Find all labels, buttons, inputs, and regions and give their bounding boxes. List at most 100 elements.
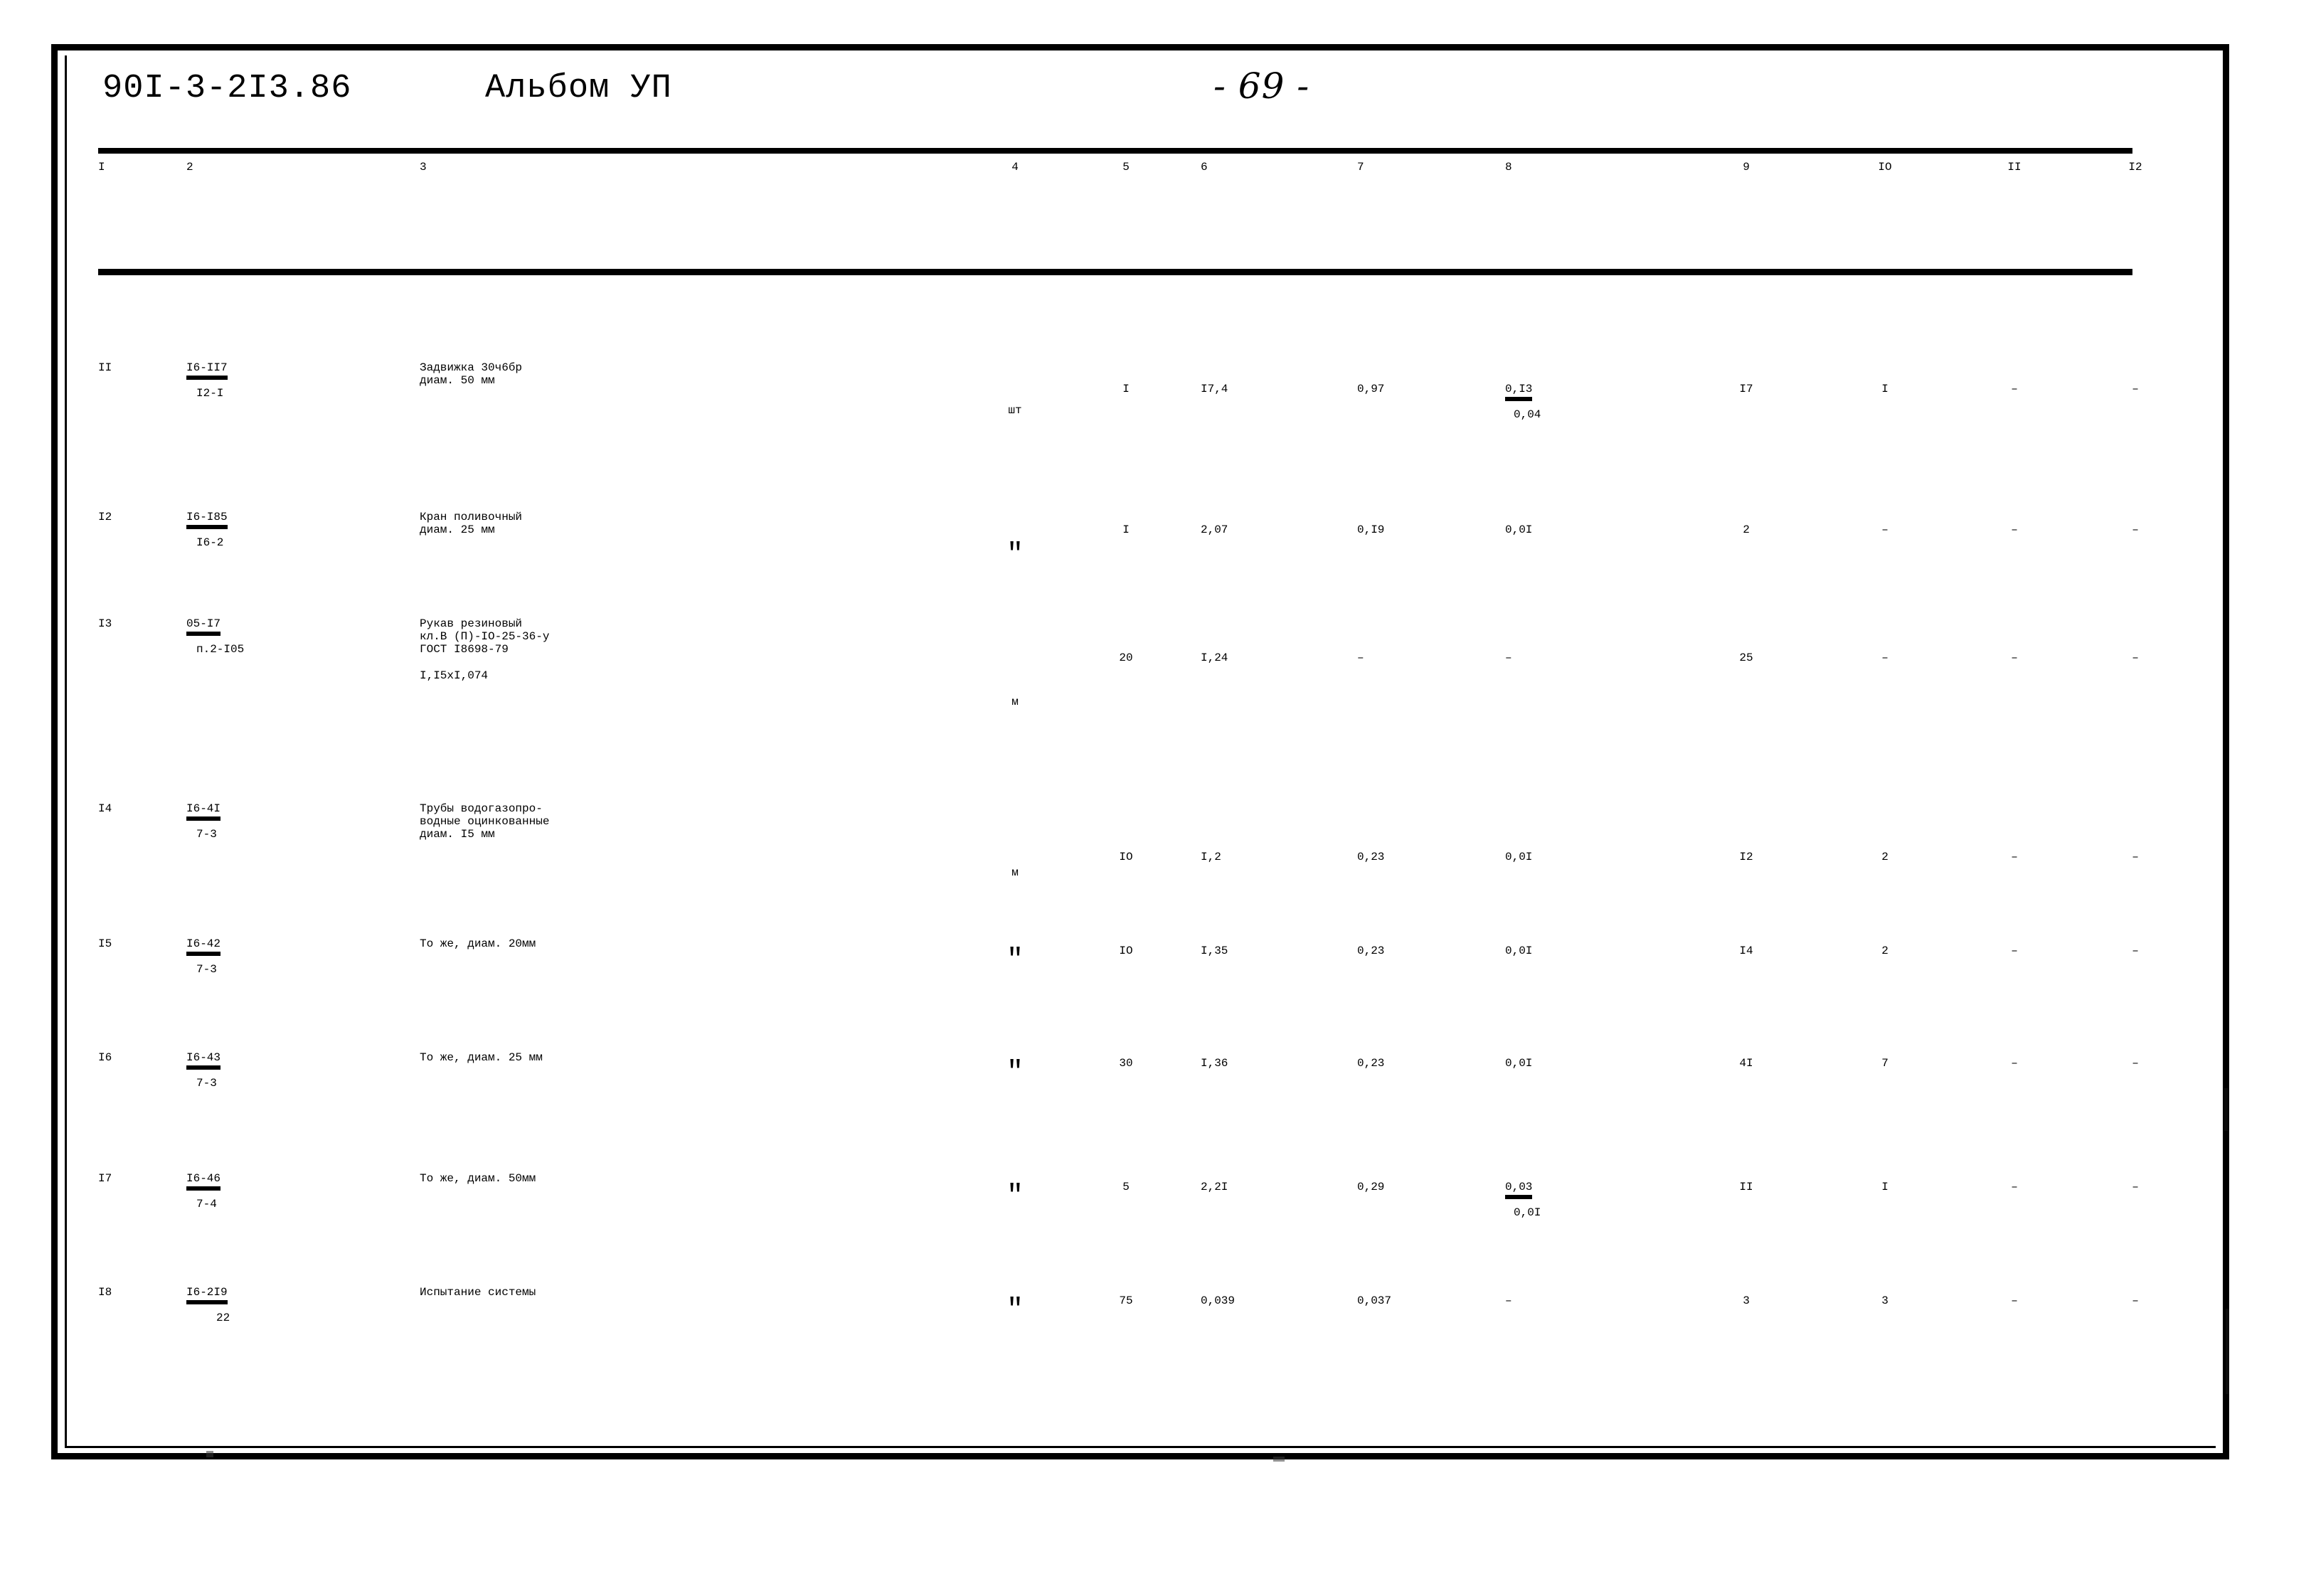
norm-code-cell: 05-I7 п.2-I05 <box>186 617 378 656</box>
value-col7-cell: – <box>1357 651 1364 664</box>
row-number: I5 <box>98 937 112 950</box>
row-number: I3 <box>98 617 112 630</box>
norm-code-numerator: 05-I7 <box>186 617 221 637</box>
scan-edge-noise <box>2226 1309 2229 1394</box>
column-header-11: II <box>2007 161 2022 174</box>
description-cell: Кран поливочный диам. 25 мм <box>420 511 946 536</box>
document-sheet: 90I-3-2I3.86 Альбом УП - 69 - I 2 3 4 5 … <box>78 55 2169 1421</box>
description-line: Кран поливочный <box>420 511 523 523</box>
value-col7-cell: 0,29 <box>1357 1181 1385 1193</box>
norm-code-numerator: I6-I85 <box>186 511 228 530</box>
value-col9-cell: I4 <box>1739 945 1753 957</box>
norm-code-denominator: 7-3 <box>196 1077 217 1090</box>
column-header-4: 4 <box>1011 161 1019 174</box>
description-line: Задвижка 30ч6бр <box>420 361 523 374</box>
value-col9-cell: 25 <box>1739 651 1753 664</box>
value-col10-cell: I <box>1881 1181 1888 1193</box>
header-rule-top <box>98 148 2132 154</box>
header-rule-bottom <box>98 269 2132 275</box>
value-col8-cell: 0,03 0,0I <box>1505 1181 1633 1219</box>
norm-code-numerator: I6-4I <box>186 802 221 821</box>
document-header: 90I-3-2I3.86 Альбом УП - 69 - <box>78 55 2169 129</box>
row-number: I6 <box>98 1051 112 1064</box>
value-col7-cell: 0,I9 <box>1357 523 1385 536</box>
norm-code-numerator: I6-II7 <box>186 361 228 381</box>
description-cell: Задвижка 30ч6бр диам. 50 мм <box>420 361 946 387</box>
description-line: водные оцинкованные <box>420 815 550 829</box>
value-col11-cell: – <box>2011 851 2018 863</box>
description-cell: То же, диам. 50мм <box>420 1172 946 1185</box>
value-col6-cell: 2,2I <box>1201 1181 1228 1193</box>
unit-cell: " <box>1006 1294 1024 1326</box>
value-col9-cell: 2 <box>1743 523 1750 536</box>
quantity-cell: 5 <box>1122 1181 1130 1193</box>
row-number: I7 <box>98 1172 112 1185</box>
value-col6-cell: I,36 <box>1201 1057 1228 1070</box>
row-number: I2 <box>98 511 112 523</box>
norm-code-denominator: 7-4 <box>196 1198 217 1211</box>
column-header-5: 5 <box>1122 161 1130 174</box>
description-line: диам. 50 мм <box>420 374 495 388</box>
value-col6-cell: I,24 <box>1201 651 1228 664</box>
value-col8-cell: 0,0I <box>1505 851 1533 863</box>
description-line: То же, диам. 20мм <box>420 937 536 950</box>
unit-cell: м <box>1011 866 1019 879</box>
value-col6-cell: 0,039 <box>1201 1294 1236 1307</box>
unit-cell: " <box>1006 945 1024 977</box>
unit-cell: " <box>1006 539 1024 571</box>
value-col8-denominator: 0,04 <box>1514 408 1541 422</box>
norm-code-numerator: I6-42 <box>186 937 221 957</box>
value-col10-cell: 3 <box>1881 1294 1888 1307</box>
description-cell: То же, диам. 25 мм <box>420 1051 946 1064</box>
value-col8-numerator: 0,I3 <box>1505 383 1533 402</box>
album-label: Альбом УП <box>485 70 672 107</box>
value-col12-cell: – <box>2132 1057 2139 1070</box>
description-line: Трубы водогазопро- <box>420 802 543 815</box>
description-line: I,I5xI,074 <box>420 669 489 682</box>
value-col6-cell: I,2 <box>1201 851 1221 863</box>
value-col11-cell: – <box>2011 523 2018 536</box>
value-col8-denominator: 0,0I <box>1514 1206 1541 1220</box>
column-header-1: I <box>98 161 105 174</box>
norm-code-denominator: 7-3 <box>196 963 217 977</box>
scan-speck <box>1273 1457 1285 1462</box>
column-header-7: 7 <box>1357 161 1364 174</box>
quantity-cell: I <box>1122 383 1130 395</box>
page-number: - 69 - <box>1213 65 1310 107</box>
value-col12-cell: – <box>2132 1181 2139 1193</box>
description-line: Испытание системы <box>420 1286 536 1299</box>
value-col8-cell: 0,0I <box>1505 945 1533 957</box>
value-col11-cell: – <box>2011 1294 2018 1307</box>
value-col11-cell: – <box>2011 1057 2018 1070</box>
value-col6-cell: 2,07 <box>1201 523 1228 536</box>
norm-code-numerator: I6-46 <box>186 1172 221 1191</box>
value-col12-cell: – <box>2132 651 2139 664</box>
norm-code-denominator: 22 <box>216 1312 230 1325</box>
norm-code-denominator: I2-I <box>196 387 224 400</box>
value-col9-cell: 3 <box>1743 1294 1750 1307</box>
value-col9-cell: II <box>1739 1181 1753 1193</box>
column-header-3: 3 <box>420 161 427 174</box>
value-col9-cell: I7 <box>1739 383 1753 395</box>
column-header-10: IO <box>1878 161 1892 174</box>
value-col11-cell: – <box>2011 383 2018 395</box>
description-line: То же, диам. 25 мм <box>420 1051 543 1064</box>
value-col10-cell: 2 <box>1881 851 1888 863</box>
description-line <box>420 656 946 669</box>
column-header-8: 8 <box>1505 161 1512 174</box>
value-col8-cell: 0,0I <box>1505 1057 1533 1070</box>
value-col9-cell: I2 <box>1739 851 1753 863</box>
unit-cell: м <box>1011 696 1019 708</box>
value-col9-cell: 4I <box>1739 1057 1753 1070</box>
value-col11-cell: – <box>2011 945 2018 957</box>
norm-code-cell: I6-2I9 22 <box>186 1286 378 1324</box>
row-number: II <box>98 361 112 374</box>
value-col12-cell: – <box>2132 945 2139 957</box>
value-col12-cell: – <box>2132 851 2139 863</box>
norm-code-denominator: 7-3 <box>196 828 217 841</box>
value-col8-cell: – <box>1505 651 1512 664</box>
row-number: I8 <box>98 1286 112 1299</box>
value-col6-cell: I7,4 <box>1201 383 1228 395</box>
quantity-cell: IO <box>1119 945 1133 957</box>
norm-code-denominator: I6-2 <box>196 536 224 550</box>
